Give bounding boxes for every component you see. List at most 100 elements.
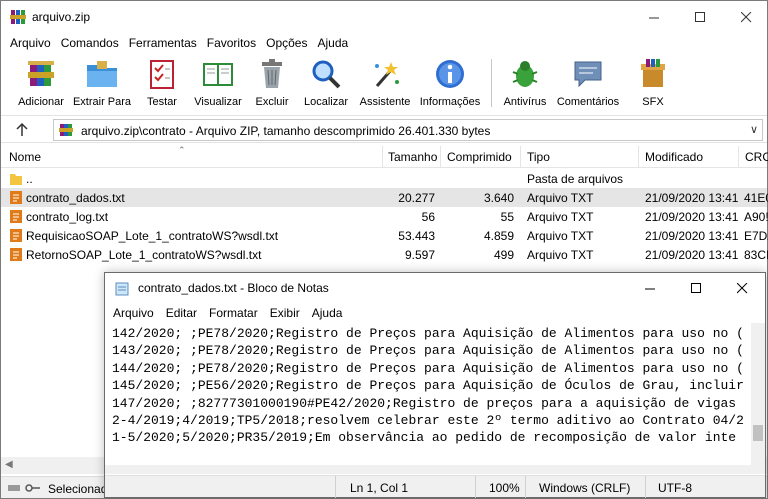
col-size[interactable]: Tamanho (388, 150, 437, 164)
text-line: 2-4/2019;4/2019;TP5/2018;resolvem celebr… (112, 413, 744, 429)
notepad-horizontal-scrollbar[interactable] (105, 465, 765, 474)
view-label: Visualizar (194, 96, 242, 108)
menu-ferramentas[interactable]: Ferramentas (124, 36, 202, 50)
file-list-header: ⌃ Nome Tamanho Comprimido Tipo Modificad… (1, 145, 768, 168)
col-modified[interactable]: Modificado (645, 150, 703, 164)
col-name[interactable]: Nome (9, 150, 41, 164)
info-icon (436, 60, 464, 88)
sfx-button[interactable]: SFX (624, 53, 682, 113)
minimize-icon (648, 17, 659, 18)
np-menu-arquivo[interactable]: Arquivo (106, 306, 159, 320)
comment-button[interactable]: Comentários (552, 53, 624, 113)
file-crc: E7DA (744, 229, 768, 243)
winrar-app-icon (10, 10, 26, 24)
title-bar: arquivo.zip (1, 1, 767, 33)
magnifier-icon (312, 60, 341, 89)
file-row[interactable]: contrato_log.txt 56 55 Arquivo TXT 21/09… (1, 207, 768, 226)
info-label: Informações (419, 96, 481, 108)
sfx-label: SFX (642, 96, 664, 108)
notepad-maximize-button[interactable] (673, 273, 719, 303)
path-dropdown[interactable]: arquivo.zip\contrato - Arquivo ZIP, tama… (53, 119, 763, 141)
menu-ajuda[interactable]: Ajuda (312, 36, 353, 50)
notepad-icon (115, 282, 129, 296)
extract-folder-icon (87, 61, 117, 87)
menu-comandos[interactable]: Comandos (56, 36, 124, 50)
text-line: 144/2020; ;PE78/2020;Registro de Preços … (112, 360, 744, 376)
np-menu-exibir[interactable]: Exibir (263, 306, 305, 320)
chevron-down-icon[interactable]: ∨ (750, 123, 758, 136)
close-button[interactable] (723, 1, 768, 33)
notepad-text-area[interactable]: 142/2020; ;PE78/2020;Registro de Preços … (105, 323, 751, 465)
file-crc: 41E0 (744, 191, 768, 205)
up-arrow-icon[interactable] (14, 122, 30, 138)
file-modified: 21/09/2020 13:41 (645, 210, 739, 224)
menu-bar: Arquivo Comandos Ferramentas Favoritos O… (1, 33, 767, 53)
window-title: arquivo.zip (32, 10, 91, 24)
close-icon (736, 282, 747, 293)
file-modified: 21/09/2020 13:41 (645, 229, 739, 243)
extract-button[interactable]: Extrair Para (69, 53, 135, 113)
menu-opcoes[interactable]: Opções (261, 36, 312, 50)
col-type[interactable]: Tipo (527, 150, 550, 164)
maximize-button[interactable] (677, 1, 723, 33)
file-row[interactable]: RetornoSOAP_Lote_1_contratoWS?wsdl.txt 9… (1, 245, 768, 264)
cursor-position: Ln 1, Col 1 (350, 481, 409, 495)
scroll-left-icon[interactable]: ◀ (5, 459, 13, 470)
key-icon (25, 484, 40, 492)
test-checklist-icon (150, 60, 174, 89)
notepad-minimize-button[interactable] (627, 273, 673, 303)
txt-file-icon (10, 229, 22, 242)
test-label: Testar (147, 96, 177, 108)
find-label: Localizar (303, 96, 349, 108)
file-crc: A90! (744, 210, 768, 224)
scroll-thumb[interactable] (753, 425, 763, 441)
bug-icon (512, 61, 538, 87)
encoding: UTF-8 (658, 481, 692, 495)
minimize-button[interactable] (631, 1, 677, 33)
zoom-level: 100% (489, 481, 520, 495)
notepad-vertical-scrollbar[interactable] (751, 323, 765, 465)
menu-favoritos[interactable]: Favoritos (202, 36, 261, 50)
np-menu-ajuda[interactable]: Ajuda (305, 306, 348, 320)
file-type: Arquivo TXT (527, 210, 594, 224)
file-name: RequisicaoSOAP_Lote_1_contratoWS?wsdl.tx… (26, 229, 279, 243)
text-line: 1-5/2020;5/2020;PR35/2019;Em observância… (112, 430, 737, 446)
delete-label: Excluir (255, 96, 289, 108)
info-button[interactable]: Informações (415, 53, 485, 113)
np-menu-editar[interactable]: Editar (159, 306, 202, 320)
file-size: 53.443 (398, 229, 435, 243)
close-icon (740, 11, 751, 22)
drive-icon (8, 485, 20, 491)
parent-folder-row[interactable]: .. Pasta de arquivos (1, 169, 767, 188)
toolbar: Adicionar Extrair Para Testar Visualizar (1, 53, 767, 115)
status-text: Selecionad (48, 482, 108, 496)
parent-folder-name: .. (26, 172, 33, 186)
trash-icon (262, 59, 282, 88)
file-row[interactable]: contrato_dados.txt 20.277 3.640 Arquivo … (1, 188, 768, 207)
file-packed: 499 (493, 248, 514, 262)
wizard-button[interactable]: Assistente (355, 53, 415, 113)
view-button[interactable]: Visualizar (189, 53, 247, 113)
wizard-label: Assistente (359, 96, 411, 108)
file-row[interactable]: RequisicaoSOAP_Lote_1_contratoWS?wsdl.tx… (1, 226, 768, 245)
np-menu-formatar[interactable]: Formatar (202, 306, 263, 320)
view-book-icon (203, 63, 233, 86)
file-size: 20.277 (398, 191, 435, 205)
folder-icon (10, 174, 22, 185)
file-list: .. Pasta de arquivos contrato_dados.txt … (1, 169, 768, 264)
test-button[interactable]: Testar (135, 53, 189, 113)
txt-file-icon (10, 210, 22, 223)
add-button[interactable]: Adicionar (13, 53, 69, 113)
zip-archive-icon (59, 124, 73, 136)
find-button[interactable]: Localizar (297, 53, 355, 113)
notepad-title-bar: contrato_dados.txt - Bloco de Notas (105, 273, 765, 303)
path-bar: arquivo.zip\contrato - Arquivo ZIP, tama… (1, 115, 767, 143)
col-crc[interactable]: CRC (745, 150, 768, 164)
notepad-close-button[interactable] (719, 273, 765, 303)
menu-arquivo[interactable]: Arquivo (5, 36, 56, 50)
file-packed: 4.859 (483, 229, 514, 243)
antivirus-label: Antivírus (503, 96, 547, 108)
delete-button[interactable]: Excluir (247, 53, 297, 113)
antivirus-button[interactable]: Antivírus (498, 53, 552, 113)
col-packed[interactable]: Comprimido (447, 150, 512, 164)
